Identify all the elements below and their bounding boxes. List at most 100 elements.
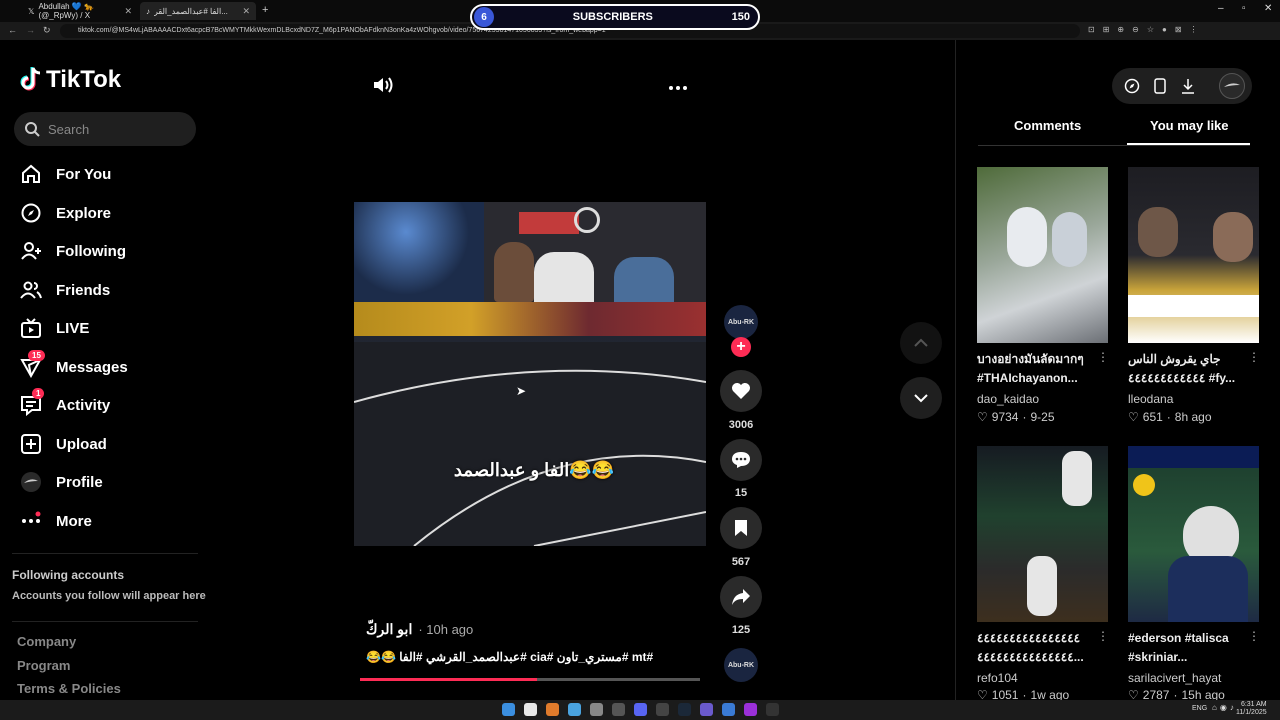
new-tab-icon[interactable]: + xyxy=(262,4,268,16)
next-author-avatar[interactable]: Abu-RK xyxy=(724,648,758,682)
card-title[interactable]: جاي يقروش الناس ٤٤٤٤٤٤٤٤٤٤٤٤ #fy... xyxy=(1128,350,1248,388)
like-button[interactable] xyxy=(720,370,762,412)
card-likes: 9734 xyxy=(991,410,1019,424)
card-date: 9-25 xyxy=(1030,410,1055,424)
author-avatar[interactable]: Abu-RK xyxy=(724,305,758,339)
sidebar-item-more[interactable]: More xyxy=(20,505,200,537)
phone-icon[interactable] xyxy=(1154,78,1166,99)
compass-icon[interactable] xyxy=(1124,78,1140,99)
share-button[interactable] xyxy=(720,576,762,618)
taskbar-app-icon[interactable] xyxy=(766,703,779,716)
chrome-icon[interactable] xyxy=(568,703,581,716)
discord-icon[interactable] xyxy=(634,703,647,716)
close-icon[interactable]: ✕ xyxy=(242,6,250,17)
reload-icon[interactable]: ↻ xyxy=(43,25,51,36)
steam-icon[interactable] xyxy=(678,703,691,716)
sidebar-item-activity[interactable]: 1 Activity xyxy=(20,388,200,421)
tab-you-may-like[interactable]: You may like xyxy=(1150,118,1229,133)
tab-comments[interactable]: Comments xyxy=(1014,118,1081,133)
volume-icon[interactable] xyxy=(372,75,394,100)
minimize-icon[interactable]: – xyxy=(1218,3,1224,14)
video-author-name[interactable]: ابو الركّ xyxy=(366,621,412,638)
subscriber-counter-overlay: 6 SUBSCRIBERS 150 xyxy=(470,4,760,30)
next-video-button[interactable] xyxy=(900,377,942,419)
card-username[interactable]: dao_kaidao xyxy=(977,392,1108,406)
browser-toolbar-icons[interactable]: ⊡⊞⊕⊖☆●⊠⋮ xyxy=(1088,25,1206,34)
video-thumbnail[interactable] xyxy=(1128,167,1259,343)
card-title[interactable]: #ederson #talisca #skriniar... xyxy=(1128,629,1248,667)
save-button[interactable] xyxy=(720,507,762,549)
tiktok-logo[interactable]: TikTok xyxy=(20,66,121,94)
card-more-icon[interactable]: ⋮ xyxy=(1097,629,1109,643)
footer-link-terms[interactable]: Terms & Policies xyxy=(17,681,121,696)
more-options-icon[interactable] xyxy=(668,80,688,98)
user-avatar[interactable] xyxy=(1219,73,1245,99)
card-more-icon[interactable]: ⋮ xyxy=(1097,350,1109,364)
window-close-icon[interactable]: ✕ xyxy=(1264,3,1272,14)
card-meta: ♡ 9734 · 9-25 xyxy=(977,410,1108,424)
footer-link-program[interactable]: Program xyxy=(17,658,70,673)
sidebar-item-messages[interactable]: 15 Messages xyxy=(20,350,200,383)
taskbar-app-icon[interactable] xyxy=(700,703,713,716)
search-input[interactable]: Search xyxy=(14,112,196,146)
avatar xyxy=(20,471,42,493)
card-more-icon[interactable]: ⋮ xyxy=(1248,629,1260,643)
taskbar-app-icon[interactable] xyxy=(590,703,603,716)
taskbar-clock[interactable]: 6:31 AM 11/1/2025 xyxy=(1236,701,1267,717)
sidebar-item-upload[interactable]: Upload xyxy=(20,428,200,460)
back-icon[interactable]: ← xyxy=(8,25,17,35)
video-player[interactable]: الفا و عبدالصمد😂😂 xyxy=(354,202,706,546)
browser-tab[interactable]: 𝕏 Abdullah 💙 🐆 (@_RpWy) / X ✕ xyxy=(22,2,138,20)
friends-icon xyxy=(20,279,42,301)
system-tray-icons[interactable]: ⌂◉♪ xyxy=(1212,703,1237,712)
download-icon[interactable] xyxy=(1181,78,1195,99)
clock-time: 6:31 AM xyxy=(1240,701,1267,708)
video-description[interactable]: #mt #مستري_تاون #cia #عبدالصمد_القرشي #ا… xyxy=(366,650,666,664)
comment-count: 15 xyxy=(734,487,748,499)
more-icon xyxy=(20,510,42,532)
sidebar-item-for-you[interactable]: For You xyxy=(20,158,200,190)
card-more-icon[interactable]: ⋮ xyxy=(1248,350,1260,364)
taskbar-app-icon[interactable] xyxy=(612,703,625,716)
card-title[interactable]: ٤٤٤٤٤٤٤٤٤٤٤٤٤٤٤٤ ٤٤٤٤٤٤٤٤٤٤٤٤٤٤٤... xyxy=(977,629,1097,667)
sidebar-item-live[interactable]: LIVE xyxy=(20,312,200,344)
thumbnail-scene-person xyxy=(1007,207,1047,267)
video-scene-court-lines xyxy=(354,369,706,546)
taskbar-app-icon[interactable] xyxy=(524,703,537,716)
maximize-icon[interactable]: ▫ xyxy=(1242,3,1246,14)
card-username[interactable]: sarilacivert_hayat xyxy=(1128,671,1259,685)
footer-link-company[interactable]: Company xyxy=(17,634,76,649)
sidebar-item-explore[interactable]: Explore xyxy=(20,197,200,229)
activity-icon: 1 xyxy=(20,388,45,416)
taskbar-app-icon[interactable] xyxy=(722,703,735,716)
start-icon[interactable] xyxy=(502,703,515,716)
video-thumbnail[interactable] xyxy=(977,446,1108,622)
home-icon xyxy=(20,163,42,185)
close-icon[interactable]: ✕ xyxy=(124,6,132,17)
clock-date: 11/1/2025 xyxy=(1236,709,1267,716)
previous-video-button[interactable] xyxy=(900,322,942,364)
taskbar-app-icon[interactable] xyxy=(744,703,757,716)
taskbar-app-icon[interactable] xyxy=(656,703,669,716)
card-likes: 1051 xyxy=(991,689,1019,700)
card-username[interactable]: refo104 xyxy=(977,671,1108,685)
language-indicator[interactable]: ENG xyxy=(1192,705,1207,712)
card-date: 1w ago xyxy=(1030,689,1070,700)
forward-icon[interactable]: → xyxy=(26,25,35,35)
comment-button[interactable] xyxy=(720,439,762,481)
heart-outline-icon: ♡ xyxy=(1128,689,1139,700)
taskbar-app-icon[interactable] xyxy=(546,703,559,716)
video-thumbnail[interactable] xyxy=(1128,446,1259,622)
browser-tab-active[interactable]: ♪ الفا #عبدالصمد_القر... ✕ xyxy=(140,2,256,20)
card-username[interactable]: lleodana xyxy=(1128,392,1259,406)
subscriber-value: 150 xyxy=(731,11,750,23)
subscriber-count-badge: 6 xyxy=(474,7,494,27)
following-icon xyxy=(20,240,42,262)
follow-button[interactable]: + xyxy=(731,337,751,357)
card-title[interactable]: บางอย่างมันลัดมากๆ #THAIchayanon... xyxy=(977,350,1097,388)
sidebar-item-profile[interactable]: Profile xyxy=(20,466,200,498)
sidebar-item-friends[interactable]: Friends xyxy=(20,274,200,306)
sidebar-item-label: Explore xyxy=(56,204,112,222)
video-thumbnail[interactable] xyxy=(977,167,1108,343)
sidebar-item-following[interactable]: Following xyxy=(20,235,200,267)
